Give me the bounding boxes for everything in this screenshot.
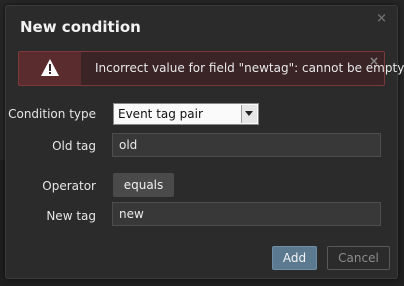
operator-label: Operator	[42, 179, 96, 193]
new-condition-dialog: New condition × Incorrect value for fiel…	[5, 5, 404, 279]
new-tag-field[interactable]: new	[112, 202, 381, 226]
chevron-down-icon[interactable]	[241, 105, 257, 123]
add-button[interactable]: Add	[272, 246, 317, 270]
operator-button[interactable]: equals	[113, 173, 174, 197]
old-tag-field[interactable]: old	[112, 133, 381, 157]
warning-triangle-icon	[41, 59, 59, 76]
close-icon[interactable]: ×	[376, 11, 387, 26]
new-tag-label: New tag	[46, 209, 96, 223]
condition-type-select[interactable]: Event tag pair	[113, 103, 259, 125]
alert-icon-box	[19, 52, 81, 85]
condition-type-value: Event tag pair	[118, 107, 203, 121]
alert-close-icon[interactable]: ×	[369, 54, 379, 68]
alert-message: Incorrect value for field "newtag": cann…	[95, 61, 404, 75]
cancel-button[interactable]: Cancel	[327, 246, 390, 270]
dialog-title: New condition	[20, 18, 141, 36]
condition-type-label: Condition type	[8, 107, 96, 121]
error-alert: Incorrect value for field "newtag": cann…	[18, 51, 404, 86]
old-tag-label: Old tag	[52, 139, 96, 153]
